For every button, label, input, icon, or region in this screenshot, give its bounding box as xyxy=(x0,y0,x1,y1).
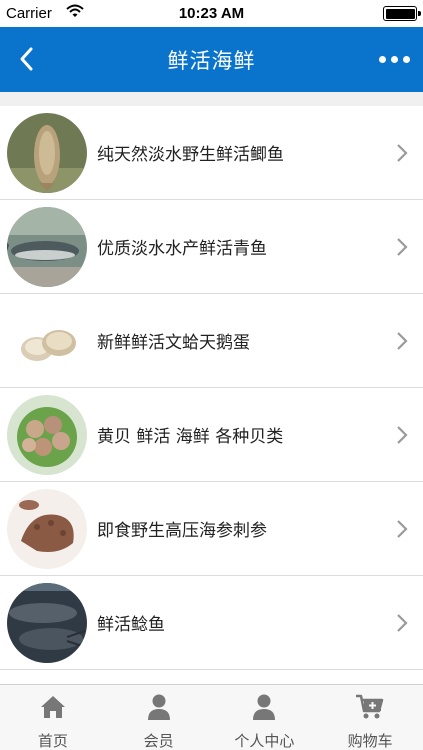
page-title: 鲜活海鲜 xyxy=(167,49,256,73)
cart-icon xyxy=(356,694,384,719)
list-item[interactable]: 优质淡水水产鲜活青鱼 xyxy=(0,200,423,294)
battery-icon xyxy=(383,6,421,21)
clock: 10:23 AM xyxy=(178,5,245,22)
product-list: 纯天然淡水野生鲜活鲫鱼 优质淡水水产鲜活青鱼 新鲜鲜活文蛤天鹅蛋 黄贝 鲜活 海… xyxy=(0,106,423,670)
chevron-right-icon xyxy=(397,520,408,538)
item-title: 鲜活鲶鱼 xyxy=(97,615,165,635)
home-icon xyxy=(40,696,65,718)
tab-label: 首页 xyxy=(37,732,68,750)
status-bar: Carrier 10:23 AM xyxy=(0,0,423,27)
item-title: 即食野生高压海参刺参 xyxy=(97,521,267,541)
chevron-right-icon xyxy=(397,144,408,162)
item-title: 黄贝 鲜活 海鲜 各种贝类 xyxy=(97,427,284,447)
list-item[interactable]: 鲜活鲶鱼 xyxy=(0,576,423,670)
tab-bar: 首页 会员 个人中心 购物车 xyxy=(0,684,423,750)
black-carp-image xyxy=(7,207,87,287)
item-title: 纯天然淡水野生鲜活鲫鱼 xyxy=(97,145,284,165)
clam-image xyxy=(7,301,87,381)
tab-user-center[interactable]: 个人中心 xyxy=(212,685,318,750)
shellfish-platter-image xyxy=(7,395,87,475)
member-icon xyxy=(147,694,170,720)
section-divider xyxy=(0,92,423,106)
tab-label: 个人中心 xyxy=(234,732,295,750)
catfish-image xyxy=(7,583,87,663)
list-item[interactable]: 即食野生高压海参刺参 xyxy=(0,482,423,576)
tab-cart[interactable]: 购物车 xyxy=(317,685,423,750)
chevron-right-icon xyxy=(397,332,408,350)
tab-home[interactable]: 首页 xyxy=(0,685,106,750)
list-item[interactable]: 黄贝 鲜活 海鲜 各种贝类 xyxy=(0,388,423,482)
tab-label: 购物车 xyxy=(347,732,393,750)
tab-member[interactable]: 会员 xyxy=(106,685,212,750)
more-button[interactable] xyxy=(375,45,415,73)
navigation-bar: 鲜活海鲜 xyxy=(0,27,423,92)
user-center-icon xyxy=(253,694,276,720)
item-title: 优质淡水水产鲜活青鱼 xyxy=(97,239,267,259)
more-icon xyxy=(379,56,386,63)
sea-cucumber-image xyxy=(7,489,87,569)
list-item[interactable]: 纯天然淡水野生鲜活鲫鱼 xyxy=(0,106,423,200)
chevron-right-icon xyxy=(397,238,408,256)
chevron-right-icon xyxy=(397,426,408,444)
tab-label: 会员 xyxy=(143,732,174,750)
crucian-carp-image xyxy=(7,113,87,193)
item-title: 新鲜鲜活文蛤天鹅蛋 xyxy=(97,333,250,353)
chevron-right-icon xyxy=(397,614,408,632)
list-item[interactable]: 新鲜鲜活文蛤天鹅蛋 xyxy=(0,294,423,388)
